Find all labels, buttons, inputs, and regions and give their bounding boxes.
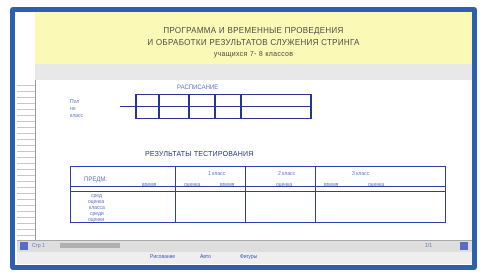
table-subcol-3: время: [220, 182, 235, 188]
page-indicator: Стр 1: [32, 243, 45, 249]
toolbar-item-shapes[interactable]: Фигуры: [240, 254, 257, 260]
title-line-3: учащихся 7- 8 классов: [213, 51, 294, 58]
scroll-left-button[interactable]: [20, 242, 28, 250]
schedule-tick-1: [135, 94, 137, 119]
schedule-bottom-line: [135, 118, 312, 119]
table-subcol-2: оценка: [184, 182, 201, 188]
schedule-row-label-1: Пол: [70, 99, 80, 105]
table-header-line: [71, 186, 445, 187]
ruler-strip: [35, 64, 472, 80]
schedule-tick-2: [158, 94, 160, 119]
schedule-tick-4: [214, 94, 216, 119]
slide-thumbnail: ПРОГРАММА И ВРЕМЕННЫЕ ПРОВЕДЕНИЯ И ОБРАБ…: [0, 0, 489, 276]
table-group-3: 3 класс: [352, 171, 370, 177]
schedule-mid-line: [120, 106, 312, 107]
title-line-2: И ОБРАБОТКИ РЕЗУЛЬТАТОВ СЛУЖЕНИЯ СТРИНГА: [147, 38, 360, 47]
table-col-line-1: [175, 167, 176, 222]
schedule-tick-6: [310, 94, 312, 119]
table-first-col: ПРЕДМ.: [84, 177, 108, 183]
horizontal-scroll-thumb[interactable]: [60, 243, 120, 248]
schedule-row-label-3: класс: [70, 113, 83, 119]
page-count: 1/1: [425, 243, 432, 249]
table-group-2: 2 класс: [278, 171, 296, 177]
table-subcol-1: время: [142, 182, 157, 188]
schedule-row-label-2: нн: [70, 106, 76, 112]
table-group-1: 1 класс: [208, 171, 226, 177]
results-title: РЕЗУЛЬТАТЫ ТЕСТИРОВАНИЯ: [145, 151, 254, 158]
vertical-ruler[interactable]: [17, 80, 36, 240]
table-row-label-5: оценки: [88, 217, 105, 223]
scroll-right-button[interactable]: [460, 242, 468, 250]
results-table: [70, 166, 446, 223]
table-subcol-6: оценка: [368, 182, 385, 188]
schedule-tick-3: [188, 94, 190, 119]
table-subcol-5: время: [324, 182, 339, 188]
title-line-1: ПРОГРАММА И ВРЕМЕННЫЕ ПРОВЕДЕНИЯ: [163, 26, 344, 35]
schedule-tick-5: [240, 94, 242, 119]
toolbar-item-auto[interactable]: Авто: [200, 254, 211, 260]
table-col-line-2: [245, 167, 246, 222]
schedule-top-line: [135, 94, 312, 95]
schedule-title: РАСПИСАНИЕ: [177, 85, 219, 91]
table-col-line-3: [315, 167, 316, 222]
toolbar-item-draw[interactable]: Рисование: [150, 254, 175, 260]
table-subheader-line: [71, 191, 445, 192]
table-subcol-4: оценка: [276, 182, 293, 188]
